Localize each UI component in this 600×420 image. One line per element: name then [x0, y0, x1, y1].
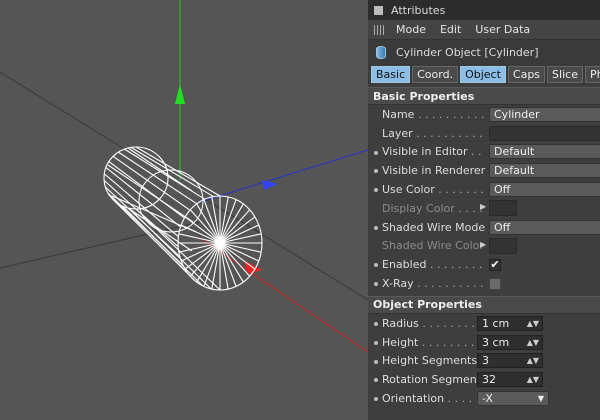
rotation-segments-label: Rotation Segments [382, 373, 486, 387]
cylinder-icon [376, 45, 386, 59]
animation-dot-icon[interactable] [374, 378, 378, 383]
use-color-label: Use Color . . . . . . . . [382, 183, 486, 197]
animation-dot-icon[interactable] [374, 321, 378, 326]
visible-in-editor-row: Visible in Editor . . . . . Default [368, 143, 600, 162]
x-axis [199, 237, 368, 353]
cylinder-cap-spoke [189, 242, 221, 277]
visible-in-renderer-label: Visible in Renderer . . [382, 164, 486, 178]
use-color-row: Use Color . . . . . . . . Off [368, 180, 600, 199]
spinner-arrows-icon[interactable]: ▲▼ [527, 373, 539, 386]
radius-input[interactable]: 1 cm ▲▼ [477, 315, 543, 331]
spinner-arrows-icon[interactable]: ▲▼ [527, 317, 539, 330]
tab-coord[interactable]: Coord. [412, 65, 459, 83]
enabled-checkbox[interactable]: ✔ [489, 258, 501, 271]
shaded-wire-mode-row: Shaded Wire Mode Off [368, 218, 600, 237]
layer-field[interactable] [489, 125, 600, 141]
x-ray-row: X-Ray . . . . . . . . . . . [368, 274, 600, 293]
enabled-label: Enabled . . . . . . . . . . . [382, 258, 486, 272]
visible-in-renderer-row: Visible in Renderer . . Default [368, 161, 600, 180]
menu-mode[interactable]: Mode [396, 23, 426, 36]
animation-dot-icon[interactable] [374, 150, 378, 155]
viewport-scene[interactable] [0, 0, 368, 420]
spinner-arrows-icon[interactable]: ▲▼ [527, 354, 539, 367]
layer-label: Layer . . . . . . . . . . . [382, 126, 486, 140]
attributes-panel: Attributes Mode Edit User Data Cylinder … [368, 0, 600, 420]
cylinder-cap-spoke [219, 242, 251, 277]
cylinder-cap-spoke [189, 209, 221, 244]
expand-triangle-icon[interactable]: ▶ [480, 240, 486, 249]
shaded-wire-color-label: Shaded Wire Color [382, 239, 484, 253]
visible-in-renderer-dropdown[interactable]: Default [489, 163, 600, 179]
height-segments-input[interactable]: 3 ▲▼ [477, 353, 543, 369]
visible-in-editor-dropdown[interactable]: Default [489, 144, 600, 160]
animation-dot-icon[interactable] [374, 225, 378, 230]
visible-in-editor-label: Visible in Editor . . . . . [382, 145, 486, 159]
tab-bar: Basic Coord. Object Caps Slice Phong [368, 64, 600, 84]
display-color-swatch[interactable] [489, 200, 517, 217]
shaded-wire-mode-dropdown[interactable]: Off [489, 219, 600, 235]
orientation-label: Orientation . . . . . . . [382, 392, 486, 406]
use-color-dropdown[interactable]: Off [489, 182, 600, 198]
height-row: Height . . . . . . . . . . 3 cm ▲▼ [368, 333, 600, 352]
menu-user-data[interactable]: User Data [475, 23, 530, 36]
animation-dot-icon[interactable] [374, 263, 378, 268]
shaded-wire-color-swatch[interactable] [489, 237, 517, 254]
height-label: Height . . . . . . . . . . [382, 335, 486, 349]
chevron-down-icon: ▼ [537, 394, 544, 404]
3d-viewport[interactable] [0, 0, 368, 420]
orientation-dropdown[interactable]: -X ▼ [477, 391, 549, 407]
x-ray-checkbox[interactable] [489, 277, 501, 290]
name-field[interactable]: Cylinder [489, 106, 600, 122]
expand-triangle-icon[interactable]: ▶ [480, 202, 486, 211]
height-segments-row: Height Segments 3 ▲▼ [368, 352, 600, 371]
spinner-arrows-icon[interactable]: ▲▼ [527, 336, 539, 349]
panel-title: Attributes [391, 3, 446, 17]
basic-properties-header[interactable]: Basic Properties [368, 87, 600, 105]
z-axis-handle-icon [262, 180, 278, 190]
radius-row: Radius . . . . . . . . . . 1 cm ▲▼ [368, 314, 600, 333]
animation-dot-icon[interactable] [374, 397, 378, 402]
z-axis [199, 149, 368, 203]
animation-dot-icon[interactable] [374, 359, 378, 364]
y-axis-handle-icon [175, 84, 185, 104]
object-properties-header[interactable]: Object Properties [368, 295, 600, 314]
tab-phong[interactable]: Phong [584, 65, 600, 83]
animation-dot-icon[interactable] [374, 282, 378, 287]
attributes-titlebar: Attributes [368, 0, 600, 20]
shaded-wire-mode-label: Shaded Wire Mode [382, 220, 486, 234]
display-color-row: Display Color . . . . ▶ [368, 199, 600, 218]
name-label: Name . . . . . . . . . . . [382, 107, 486, 121]
orientation-row: Orientation . . . . . . . -X▼ [368, 389, 600, 408]
x-ray-label: X-Ray . . . . . . . . . . . [382, 277, 486, 291]
grip-icon[interactable] [374, 24, 386, 35]
rotation-segments-input[interactable]: 32 ▲▼ [477, 372, 543, 388]
rotation-segments-row: Rotation Segments 32 ▲▼ [368, 370, 600, 389]
shaded-wire-color-row: Shaded Wire Color ▶ [368, 237, 600, 256]
animation-dot-icon[interactable] [374, 188, 378, 193]
layer-row: Layer . . . . . . . . . . . [368, 124, 600, 143]
cylinder-cap-spoke [219, 209, 251, 244]
enabled-row: Enabled . . . . . . . . . . . ✔ [368, 255, 600, 274]
tab-caps[interactable]: Caps [507, 65, 546, 83]
tab-basic[interactable]: Basic [371, 65, 411, 83]
object-header: Cylinder Object [Cylinder] [368, 40, 600, 64]
radius-label: Radius . . . . . . . . . . [382, 316, 486, 330]
menu-bar: Mode Edit User Data [368, 20, 600, 40]
window-square-icon[interactable] [374, 5, 383, 15]
height-segments-label: Height Segments [382, 354, 478, 368]
animation-dot-icon[interactable] [374, 340, 378, 345]
name-row: Name . . . . . . . . . . . Cylinder [368, 105, 600, 124]
menu-edit[interactable]: Edit [440, 23, 461, 36]
tab-slice[interactable]: Slice [547, 65, 583, 83]
object-title: Cylinder Object [Cylinder] [396, 45, 539, 59]
animation-dot-icon[interactable] [374, 169, 378, 174]
cylinder-wireframe [103, 146, 263, 291]
height-input[interactable]: 3 cm ▲▼ [477, 334, 543, 350]
display-color-label: Display Color . . . . [382, 201, 483, 215]
tab-object[interactable]: Object [460, 65, 506, 83]
